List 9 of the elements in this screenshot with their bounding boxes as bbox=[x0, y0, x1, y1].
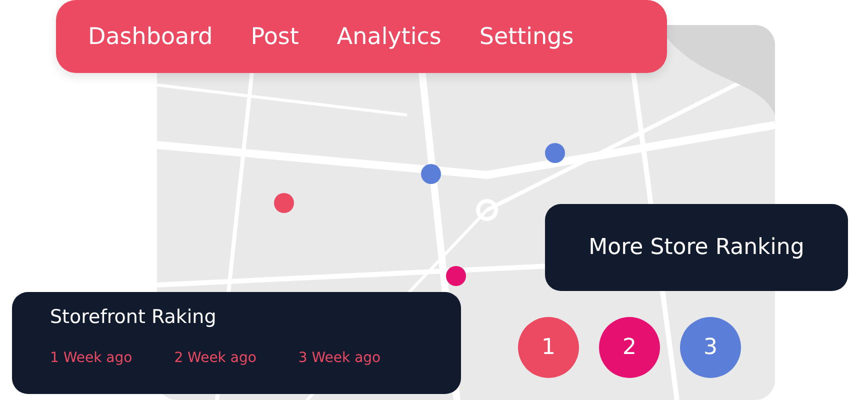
nav-link[interactable]: Analytics bbox=[336, 24, 442, 50]
card-title: Storefront Raking bbox=[50, 306, 218, 328]
card-title: More Store Ranking bbox=[588, 235, 804, 260]
time-link[interactable]: 3 Week ago bbox=[298, 350, 381, 366]
time-link[interactable]: 2 Week ago bbox=[174, 350, 256, 366]
time-link[interactable]: 1 Week ago bbox=[50, 350, 132, 366]
nav-link[interactable]: Dashboard bbox=[88, 24, 213, 50]
nav-link[interactable]: Settings bbox=[479, 24, 574, 50]
nav-link[interactable]: Post bbox=[250, 24, 299, 50]
